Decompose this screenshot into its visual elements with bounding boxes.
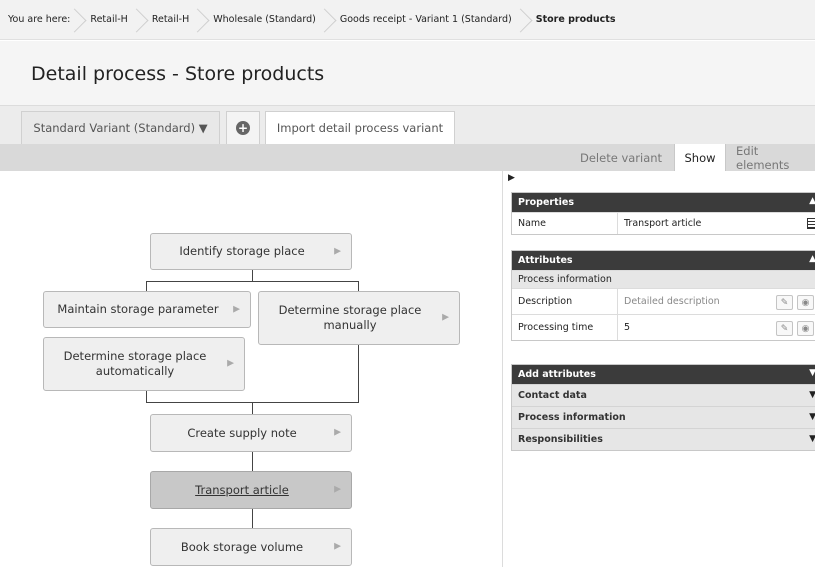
connector xyxy=(252,509,253,528)
breadcrumb: You are here: Retail-H Retail-H Wholesal… xyxy=(0,0,815,40)
app-window: You are here: Retail-H Retail-H Wholesal… xyxy=(0,0,815,567)
attribute-value[interactable]: Detailed description xyxy=(618,296,720,307)
attributes-box: Attributes ▲ Process information Descrip… xyxy=(511,250,815,341)
node-determine-storage-manually[interactable]: Determine storage place manually ▶ xyxy=(258,291,460,345)
edit-pencil-icon[interactable]: ✎ xyxy=(776,321,793,336)
properties-header[interactable]: Properties ▲ xyxy=(512,193,815,212)
properties-box: Properties ▲ Name Transport article xyxy=(511,192,815,235)
list-icon[interactable] xyxy=(807,218,815,229)
add-attribute-contact-data[interactable]: Contact data ▼ xyxy=(512,384,815,406)
triangle-right-icon: ▶ xyxy=(227,358,234,369)
add-attributes-header[interactable]: Add attributes ▼ xyxy=(512,365,815,384)
show-tab[interactable]: Show xyxy=(674,144,726,171)
caret-down-icon: ▼ xyxy=(809,412,815,422)
add-attribute-label: Process information xyxy=(518,412,626,423)
connector xyxy=(252,452,253,471)
node-identify-storage-place[interactable]: Identify storage place ▶ xyxy=(150,233,352,270)
import-variant-tab[interactable]: Import detail process variant xyxy=(265,111,455,144)
add-attribute-label: Responsibilities xyxy=(518,434,603,445)
caret-down-icon: ▼ xyxy=(809,390,815,400)
delete-variant-button[interactable]: Delete variant xyxy=(580,144,662,171)
connector xyxy=(146,281,359,282)
node-label: Transport article xyxy=(195,482,289,497)
node-transport-article[interactable]: Transport article ▶ xyxy=(150,471,352,509)
remove-icon[interactable]: ◉ xyxy=(797,295,814,310)
caret-down-icon: ▼ xyxy=(809,434,815,444)
add-attributes-box: Add attributes ▼ Contact data ▼ Process … xyxy=(511,364,815,451)
connector xyxy=(358,281,359,291)
triangle-right-icon: ▶ xyxy=(334,246,341,256)
process-diagram: Identify storage place ▶ Maintain storag… xyxy=(0,171,503,567)
attribute-row-description: Description Detailed description ✎ ◉ xyxy=(512,288,815,314)
variant-dropdown-tab[interactable]: Standard Variant (Standard) ▼ xyxy=(21,111,220,144)
add-attribute-responsibilities[interactable]: Responsibilities ▼ xyxy=(512,428,815,450)
property-value[interactable]: Transport article xyxy=(618,218,701,229)
connector xyxy=(146,281,147,291)
caret-up-icon: ▲ xyxy=(809,254,815,264)
page-title: Detail process - Store products xyxy=(31,63,325,85)
connector xyxy=(252,402,253,414)
breadcrumb-item-goods-receipt[interactable]: Goods receipt - Variant 1 (Standard) xyxy=(326,0,522,40)
add-attributes-title: Add attributes xyxy=(518,369,596,380)
node-create-supply-note[interactable]: Create supply note ▶ xyxy=(150,414,352,452)
add-variant-button[interactable]: + xyxy=(226,111,260,144)
node-label: Identify storage place xyxy=(179,244,305,258)
variant-tabs: Standard Variant (Standard) ▼ + Import d… xyxy=(0,106,815,144)
edit-pencil-icon[interactable]: ✎ xyxy=(776,295,793,310)
attribute-label: Processing time xyxy=(512,315,618,340)
connector xyxy=(358,345,359,403)
attributes-section-header: Process information xyxy=(512,270,815,288)
property-label: Name xyxy=(512,213,618,234)
collapse-panel-icon[interactable]: ▶ xyxy=(508,173,515,183)
node-label: Create supply note xyxy=(187,425,297,440)
attributes-title: Attributes xyxy=(518,255,573,266)
plus-circle-icon: + xyxy=(236,121,250,135)
caret-up-icon: ▲ xyxy=(809,196,815,206)
properties-title: Properties xyxy=(518,197,574,208)
breadcrumb-item-current: Store products xyxy=(522,0,626,40)
triangle-right-icon: ▶ xyxy=(334,484,341,495)
node-label: Determine storage place manually xyxy=(278,303,422,332)
node-maintain-storage-parameter[interactable]: Maintain storage parameter ▶ xyxy=(43,291,251,328)
triangle-right-icon: ▶ xyxy=(442,312,449,323)
triangle-right-icon: ▶ xyxy=(233,304,240,314)
node-label: Maintain storage parameter xyxy=(57,302,219,316)
add-attribute-process-information[interactable]: Process information ▼ xyxy=(512,406,815,428)
attribute-value[interactable]: 5 xyxy=(618,322,630,333)
action-bar: Delete variant Show Edit elements xyxy=(0,144,815,172)
node-label: Book storage volume xyxy=(180,539,304,554)
node-book-storage-volume[interactable]: Book storage volume ▶ xyxy=(150,528,352,566)
caret-down-icon: ▼ xyxy=(809,368,815,378)
triangle-right-icon: ▶ xyxy=(334,541,341,552)
remove-icon[interactable]: ◉ xyxy=(797,321,814,336)
property-row-name: Name Transport article xyxy=(512,212,815,234)
triangle-right-icon: ▶ xyxy=(334,427,341,438)
title-bar: Detail process - Store products xyxy=(0,41,815,106)
edit-elements-tab[interactable]: Edit elements xyxy=(736,144,815,172)
attribute-label: Description xyxy=(512,289,618,314)
attribute-row-processing-time: Processing time 5 ✎ ◉ xyxy=(512,314,815,340)
details-panel: ▶ Properties ▲ Name Transport article At… xyxy=(504,171,815,567)
node-label: Determine storage place automatically xyxy=(63,349,207,378)
node-determine-storage-automatically[interactable]: Determine storage place automatically ▶ xyxy=(43,337,245,391)
add-attribute-label: Contact data xyxy=(518,390,587,401)
breadcrumb-item-wholesale[interactable]: Wholesale (Standard) xyxy=(199,0,326,40)
attributes-header[interactable]: Attributes ▲ xyxy=(512,251,815,270)
